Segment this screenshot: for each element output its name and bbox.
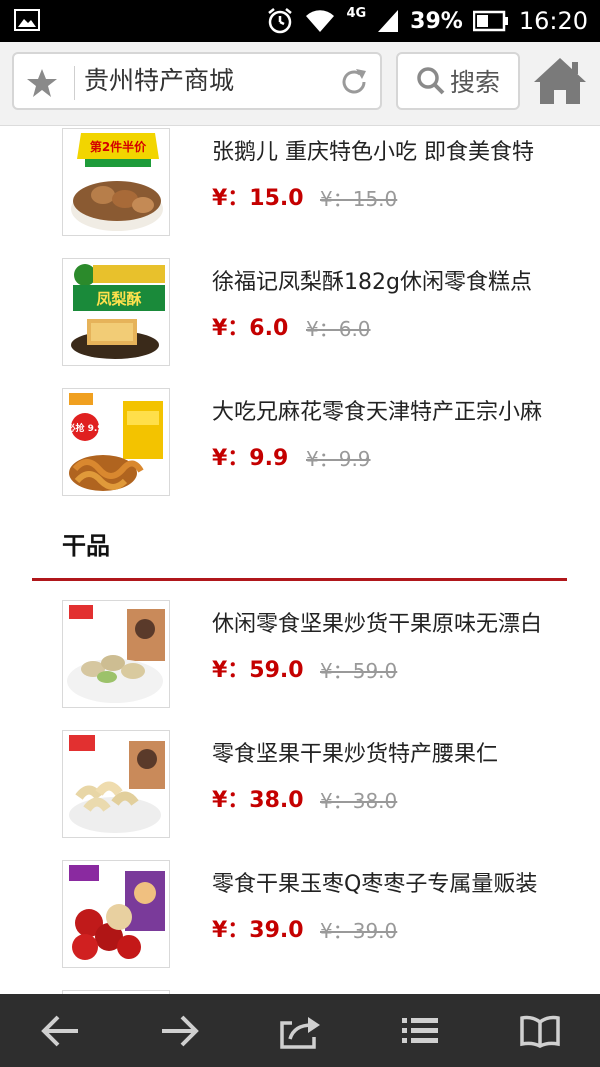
original-price: ¥：9.9 bbox=[306, 447, 371, 471]
product-title[interactable]: 零食干果玉枣Q枣枣子专属量贩装 bbox=[212, 868, 546, 902]
product-image[interactable] bbox=[62, 730, 170, 838]
refresh-icon[interactable] bbox=[338, 66, 370, 98]
signal-icon bbox=[378, 10, 399, 32]
section-title: 干品 bbox=[62, 532, 110, 560]
thumb-badge: 凤梨酥 bbox=[96, 290, 141, 308]
section-divider bbox=[32, 578, 567, 581]
search-icon bbox=[417, 67, 445, 95]
product-image[interactable]: 凤梨酥 bbox=[62, 258, 170, 366]
product-image[interactable] bbox=[62, 600, 170, 708]
product-price: ¥：59.0 bbox=[212, 658, 304, 683]
product-list: 第2件半价 张鹅儿 重庆特色小吃 即食美食特 ¥：15.0 ¥：15.0 凤梨酥… bbox=[0, 126, 600, 994]
thumb-badge: 必抢 9.9 bbox=[65, 422, 103, 434]
list-item[interactable]: 零食干果玉枣Q枣枣子专属量贩装 ¥：39.0 ¥：39.0 bbox=[0, 860, 600, 970]
status-bar: 4G 39% 16:20 bbox=[0, 0, 600, 42]
back-button[interactable] bbox=[25, 1001, 95, 1061]
product-price: ¥：39.0 bbox=[212, 918, 304, 943]
product-image[interactable]: 必抢 9.9 bbox=[62, 388, 170, 496]
list-item[interactable]: 凤梨酥 徐福记凤梨酥182g休闲零食糕点 ¥：6.0 ¥：6.0 bbox=[0, 258, 600, 368]
search-label: 搜索 bbox=[449, 68, 500, 97]
list-item[interactable]: 休闲零食坚果炒货干果原味无漂白 ¥：59.0 ¥：59.0 bbox=[0, 600, 600, 710]
product-price: ¥：9.9 bbox=[212, 446, 289, 471]
alarm-icon bbox=[268, 8, 293, 34]
original-price: ¥：38.0 bbox=[320, 789, 398, 813]
image-icon bbox=[14, 9, 40, 31]
page-title[interactable]: 贵州特产商城 bbox=[84, 54, 234, 108]
battery-percent: 39% bbox=[410, 8, 463, 34]
original-price: ¥：39.0 bbox=[320, 919, 398, 943]
clock-time: 16:20 bbox=[518, 7, 588, 35]
list-item[interactable]: 零食坚果干果炒货特产腰果仁 ¥：38.0 ¥：38.0 bbox=[0, 730, 600, 840]
bookmarks-button[interactable] bbox=[505, 1001, 575, 1061]
address-divider bbox=[74, 66, 75, 100]
battery-icon bbox=[472, 10, 508, 32]
star-icon[interactable] bbox=[26, 68, 58, 98]
product-title[interactable]: 休闲零食坚果炒货干果原味无漂白 bbox=[212, 608, 546, 642]
browser-toolbar: 贵州特产商城 搜索 bbox=[0, 42, 600, 126]
menu-icon bbox=[402, 1017, 438, 1043]
share-icon bbox=[280, 1016, 320, 1049]
forward-icon bbox=[162, 1015, 199, 1046]
network-type: 4G bbox=[346, 5, 367, 21]
search-button[interactable]: 搜索 bbox=[396, 52, 520, 110]
original-price: ¥：6.0 bbox=[306, 317, 371, 341]
wifi-icon bbox=[306, 10, 335, 32]
address-bar[interactable]: 贵州特产商城 bbox=[12, 52, 382, 110]
product-price: ¥：38.0 bbox=[212, 788, 304, 813]
forward-button[interactable] bbox=[145, 1001, 215, 1061]
original-price: ¥：59.0 bbox=[320, 659, 398, 683]
original-price: ¥：15.0 bbox=[320, 187, 398, 211]
product-title[interactable]: 徐福记凤梨酥182g休闲零食糕点 bbox=[212, 266, 546, 300]
product-title[interactable]: 张鹅儿 重庆特色小吃 即食美食特 bbox=[212, 136, 546, 170]
product-image[interactable]: 第2件半价 bbox=[62, 128, 170, 236]
product-price: ¥：15.0 bbox=[212, 186, 304, 211]
bookmarks-icon bbox=[520, 1015, 560, 1048]
home-icon[interactable] bbox=[532, 54, 588, 110]
product-title[interactable]: 大吃兄麻花零食天津特产正宗小麻 bbox=[212, 396, 546, 430]
list-item[interactable]: 第2件半价 张鹅儿 重庆特色小吃 即食美食特 ¥：15.0 ¥：15.0 bbox=[0, 128, 600, 238]
back-icon bbox=[41, 1015, 78, 1046]
product-image[interactable] bbox=[62, 860, 170, 968]
thumb-badge: 第2件半价 bbox=[90, 139, 147, 154]
menu-button[interactable] bbox=[385, 1001, 455, 1061]
product-title[interactable]: 零食坚果干果炒货特产腰果仁 bbox=[212, 738, 546, 772]
list-item[interactable]: 必抢 9.9 大吃兄麻花零食天津特产正宗小麻 ¥：9.9 ¥：9.9 bbox=[0, 388, 600, 498]
product-price: ¥：6.0 bbox=[212, 316, 289, 341]
bottom-navigation bbox=[0, 994, 600, 1067]
share-button[interactable] bbox=[265, 1001, 335, 1061]
